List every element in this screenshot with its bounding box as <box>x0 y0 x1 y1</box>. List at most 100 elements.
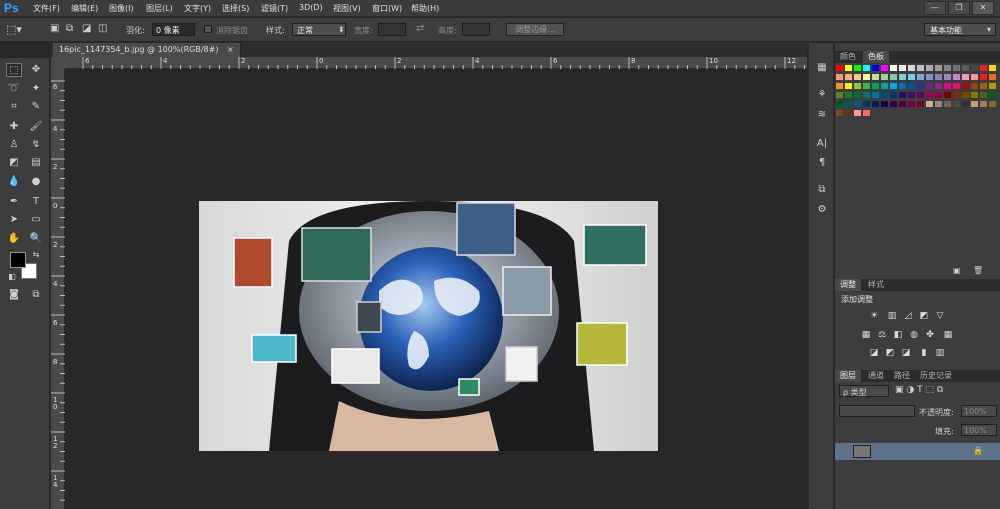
posterize-icon[interactable]: ◩ <box>885 349 895 358</box>
selective-color-icon[interactable]: ▥ <box>935 349 945 358</box>
layer-filter-icons[interactable]: ▣ ◑ T ⬚ ⧉ <box>895 385 943 395</box>
color-swatch[interactable] <box>971 92 978 98</box>
curves-icon[interactable]: ◿ <box>903 312 913 321</box>
delete-swatch-icon[interactable]: 🗑 <box>973 266 983 275</box>
color-swatch[interactable] <box>845 74 852 80</box>
gradient-map-icon[interactable]: ▮ <box>919 349 929 358</box>
color-swatch[interactable] <box>944 101 951 107</box>
color-swatch[interactable] <box>989 83 996 89</box>
default-colors-icon[interactable]: ◧ <box>4 270 20 284</box>
path-select-icon[interactable]: ➤ <box>6 213 22 227</box>
color-swatch[interactable] <box>953 92 960 98</box>
eyedropper-icon[interactable]: ✎ <box>28 100 44 114</box>
stamp-icon[interactable]: ♙ <box>6 138 22 152</box>
tab-styles[interactable]: 样式 <box>863 279 889 291</box>
color-swatch[interactable] <box>845 65 852 71</box>
fill-input[interactable]: 100% <box>961 424 997 436</box>
color-swatch[interactable] <box>845 83 852 89</box>
foreground-color-swatch[interactable] <box>10 252 26 268</box>
color-swatch[interactable] <box>863 92 870 98</box>
color-swatch[interactable] <box>935 65 942 71</box>
tab-swatches[interactable]: 色板 <box>863 51 889 63</box>
color-swatch[interactable] <box>917 83 924 89</box>
style-select[interactable]: 正常 ⬍ <box>292 23 346 36</box>
tab-history[interactable]: 历史记录 <box>915 370 957 382</box>
new-selection-icon[interactable]: ▣ <box>50 23 59 34</box>
color-swatch[interactable] <box>854 110 861 116</box>
color-swatch[interactable] <box>854 74 861 80</box>
clone-source-icon[interactable]: ⧉ <box>814 183 830 197</box>
color-swatch[interactable] <box>881 101 888 107</box>
color-swatch[interactable] <box>908 92 915 98</box>
color-swatch[interactable] <box>917 101 924 107</box>
color-swatch[interactable] <box>944 74 951 80</box>
color-swatch[interactable] <box>836 110 843 116</box>
width-input[interactable] <box>378 23 406 36</box>
color-swatch[interactable] <box>845 92 852 98</box>
color-swatch[interactable] <box>890 74 897 80</box>
color-swatch[interactable] <box>872 101 879 107</box>
color-swatch[interactable] <box>863 74 870 80</box>
color-swatch[interactable] <box>890 101 897 107</box>
blend-mode-select[interactable] <box>839 405 915 417</box>
color-swatch[interactable] <box>917 92 924 98</box>
black-white-icon[interactable]: ◧ <box>893 331 903 340</box>
color-swatch[interactable] <box>971 101 978 107</box>
history-brush-icon[interactable]: ↯ <box>28 138 44 152</box>
color-swatch[interactable] <box>908 83 915 89</box>
paragraph-panel-icon[interactable]: ¶ <box>814 156 830 170</box>
color-swatch[interactable] <box>908 65 915 71</box>
menu-filter[interactable]: 滤镜(T) <box>261 3 288 14</box>
color-swatch[interactable] <box>863 83 870 89</box>
layer-row-background[interactable]: 🔒 <box>835 443 1000 460</box>
add-selection-icon[interactable]: ⧉ <box>66 23 73 34</box>
ruler-horizontal[interactable]: 6 4 2 0 2 4 6 8 10 12 <box>65 57 807 69</box>
color-swatch[interactable] <box>881 65 888 71</box>
brush-presets-icon[interactable]: ⚘ <box>814 88 830 102</box>
intersect-selection-icon[interactable]: ◫ <box>98 23 107 34</box>
color-swatch[interactable] <box>971 83 978 89</box>
color-swatch[interactable] <box>872 92 879 98</box>
screen-mode-icon[interactable]: ⧉ <box>28 288 44 302</box>
color-swatch[interactable] <box>872 83 879 89</box>
gradient-icon[interactable]: ▤ <box>28 156 44 170</box>
brightness-icon[interactable]: ☀ <box>869 312 879 321</box>
color-swatch[interactable] <box>953 101 960 107</box>
color-swatch[interactable] <box>926 74 933 80</box>
dodge-icon[interactable]: ● <box>28 175 44 189</box>
subtract-selection-icon[interactable]: ◪ <box>82 23 91 34</box>
color-swatch[interactable] <box>971 65 978 71</box>
menu-edit[interactable]: 编辑(E) <box>71 3 98 14</box>
menu-help[interactable]: 帮助(H) <box>411 3 439 14</box>
color-swatch[interactable] <box>872 74 879 80</box>
color-swatch[interactable] <box>836 83 843 89</box>
workspace-select[interactable]: 基本功能 ▾ <box>924 23 996 36</box>
color-swatch[interactable] <box>926 101 933 107</box>
close-icon[interactable]: × <box>227 45 234 54</box>
rectangle-shape-icon[interactable]: ▭ <box>28 213 44 227</box>
levels-icon[interactable]: ▥ <box>887 312 897 321</box>
lasso-icon[interactable]: ➰ <box>6 82 22 96</box>
ruler-corner[interactable] <box>51 57 65 69</box>
menu-window[interactable]: 窗口(W) <box>372 3 402 14</box>
channel-mixer-icon[interactable]: ✤ <box>925 331 935 340</box>
color-swatch[interactable] <box>989 101 996 107</box>
brush-icon[interactable]: 🖌 <box>28 120 44 134</box>
color-swatch[interactable] <box>962 101 969 107</box>
color-swatch[interactable] <box>854 83 861 89</box>
color-swatch[interactable] <box>836 65 843 71</box>
color-swatch[interactable] <box>917 65 924 71</box>
color-swatch[interactable] <box>935 92 942 98</box>
color-balance-icon[interactable]: ⚖ <box>877 331 887 340</box>
document-image[interactable] <box>199 201 658 451</box>
color-swatch[interactable] <box>845 110 852 116</box>
color-swatch[interactable] <box>962 92 969 98</box>
color-swatch[interactable] <box>836 74 843 80</box>
color-swatch[interactable] <box>935 74 942 80</box>
tab-paths[interactable]: 路径 <box>889 370 915 382</box>
color-swatch[interactable] <box>863 110 870 116</box>
magic-wand-icon[interactable]: ✦ <box>28 82 44 96</box>
document-tab[interactable]: 16pic_1147354_b.jpg @ 100%(RGB/8#) × <box>53 43 241 57</box>
color-swatch[interactable] <box>980 83 987 89</box>
color-swatch[interactable] <box>854 101 861 107</box>
